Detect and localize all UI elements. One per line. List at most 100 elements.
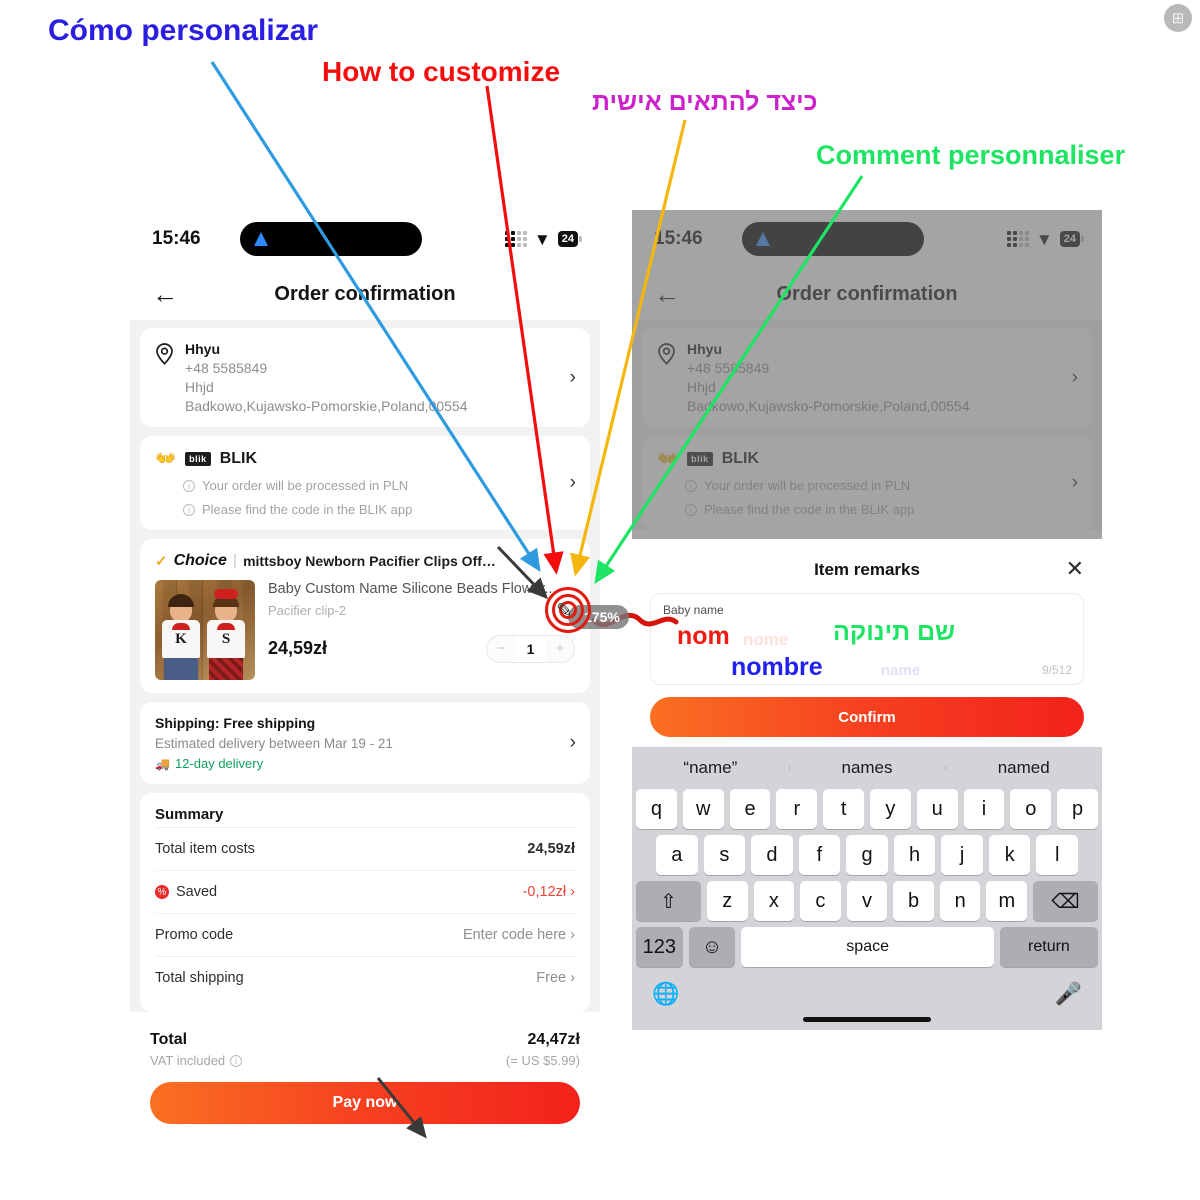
- key-m[interactable]: m: [986, 881, 1028, 921]
- suggestion-bar: “name” names named: [632, 747, 1102, 789]
- quantity-value[interactable]: 1: [515, 635, 546, 662]
- thumbnail-letter-left: K: [175, 631, 187, 647]
- baby-name-label: Baby name: [663, 603, 724, 617]
- shift-up-icon[interactable]: ⇧: [635, 881, 701, 921]
- shipping-speed-text: 12-day delivery: [174, 756, 264, 771]
- key-y[interactable]: y: [870, 789, 911, 829]
- chevron-right-icon[interactable]: ›: [570, 367, 576, 389]
- globe-language-icon[interactable]: 🌐: [652, 981, 679, 1007]
- info-icon: i: [183, 479, 195, 492]
- key-w[interactable]: w: [682, 789, 724, 829]
- key-u[interactable]: u: [916, 789, 958, 829]
- key-p[interactable]: p: [1057, 789, 1098, 829]
- key-k[interactable]: k: [988, 835, 1031, 875]
- quantity-increase-button[interactable]: +: [546, 636, 574, 662]
- money-hand-icon: 👐: [155, 449, 177, 468]
- baby-name-input[interactable]: Baby name nome name nom שם תינוקה nombre…: [650, 593, 1084, 685]
- key-i[interactable]: i: [963, 789, 1005, 829]
- key-j[interactable]: j: [941, 835, 983, 875]
- key-b[interactable]: b: [893, 881, 934, 921]
- chevron-right-icon[interactable]: ›: [570, 472, 576, 494]
- chevron-right-icon: ›: [570, 884, 575, 900]
- return-key[interactable]: return: [999, 927, 1098, 967]
- wifi-icon: ▼: [533, 229, 551, 249]
- thumbnail-letter-right: S: [221, 631, 231, 647]
- thumbnail-child-right: S: [207, 589, 245, 680]
- key-d[interactable]: d: [751, 835, 793, 875]
- truck-icon: 🚚: [155, 756, 170, 771]
- separator: |: [232, 552, 238, 569]
- key-h[interactable]: h: [893, 835, 936, 875]
- key-o[interactable]: o: [1010, 789, 1052, 829]
- key-n[interactable]: n: [939, 881, 981, 921]
- info-icon[interactable]: i: [230, 1054, 243, 1067]
- key-e[interactable]: e: [729, 789, 771, 829]
- summary-row[interactable]: % Saved -0,12zł ›: [155, 870, 575, 913]
- suggestion-item[interactable]: “name”: [632, 758, 789, 778]
- payment-method-card[interactable]: 👐 blik BLIK i Your order will be process…: [140, 436, 590, 530]
- on-screen-keyboard: “name” names named q w e r t y u i o p a…: [632, 747, 1102, 1030]
- choice-badge: Choice: [173, 552, 227, 569]
- pencil-edit-icon[interactable]: ✎: [556, 598, 573, 623]
- overlay-ghost-text: nome: [743, 630, 789, 649]
- product-thumbnail[interactable]: K S: [155, 580, 255, 680]
- shipping-speed-row: 🚚 12-day delivery: [155, 756, 575, 771]
- microphone-icon[interactable]: 🎤: [1055, 981, 1082, 1007]
- emoji-smiley-icon[interactable]: ☺: [688, 927, 736, 967]
- summary-row-value[interactable]: -0,12zł ›: [523, 884, 575, 900]
- confirm-button[interactable]: Confirm: [650, 697, 1084, 737]
- key-v[interactable]: v: [846, 881, 888, 921]
- backspace-icon[interactable]: ⌫: [1033, 881, 1099, 921]
- keyboard-row-1: q w e r t y u i o p: [632, 789, 1102, 835]
- shipping-card[interactable]: Shipping: Free shipping Estimated delive…: [140, 702, 590, 784]
- key-z[interactable]: z: [706, 881, 748, 921]
- quantity-stepper[interactable]: − 1 +: [486, 634, 575, 663]
- key-r[interactable]: r: [776, 789, 818, 829]
- overlay-label-french: nom: [677, 622, 730, 650]
- key-c[interactable]: c: [800, 881, 841, 921]
- summary-row-label-text: Saved: [176, 884, 218, 900]
- key-q[interactable]: q: [636, 789, 677, 829]
- address-phone: +48 5585849: [185, 360, 268, 376]
- pay-now-button[interactable]: Pay now: [150, 1082, 580, 1124]
- key-t[interactable]: t: [823, 789, 864, 829]
- home-indicator[interactable]: [803, 1017, 931, 1022]
- navigation-arrow-icon: [254, 232, 268, 246]
- phone-screen-order-confirmation: 15:46 ▼ 24 ← Order confirmation Hhyu +48…: [130, 210, 600, 1195]
- title-bar: ← Order confirmation: [130, 268, 600, 320]
- key-s[interactable]: s: [703, 835, 746, 875]
- summary-row[interactable]: Total shipping Free ›: [155, 956, 575, 999]
- status-bar: 15:46 ▼ 24: [130, 210, 600, 268]
- chevron-right-icon: ›: [570, 970, 575, 986]
- product-title[interactable]: Baby Custom Name Silicone Beads Flower..…: [268, 580, 575, 599]
- close-icon[interactable]: ✕: [1066, 556, 1084, 582]
- quantity-decrease-button[interactable]: −: [487, 636, 515, 662]
- key-x[interactable]: x: [753, 881, 795, 921]
- product-price: 24,59zł: [268, 638, 328, 659]
- vat-note-text: VAT included: [150, 1053, 226, 1068]
- space-key[interactable]: space: [741, 927, 994, 967]
- overlay-label-hebrew: שם תינוקה: [833, 618, 956, 646]
- dynamic-island: [240, 222, 422, 256]
- vat-note: VAT included i: [150, 1053, 243, 1068]
- store-name[interactable]: mittsboy Newborn Pacifier Clips Official…: [243, 553, 498, 569]
- info-icon: i: [183, 503, 195, 516]
- summary-row-label: Total item costs: [155, 841, 255, 857]
- summary-row-value[interactable]: Enter code here ›: [463, 927, 575, 943]
- key-a[interactable]: a: [655, 835, 698, 875]
- summary-row-value[interactable]: Free ›: [536, 970, 575, 986]
- suggestion-item[interactable]: names: [788, 758, 946, 778]
- payment-note: i Your order will be processed in PLN: [155, 478, 575, 493]
- key-f[interactable]: f: [798, 835, 841, 875]
- summary-row: Total item costs 24,59zł: [155, 827, 575, 870]
- address-card[interactable]: Hhyu +48 5585849 Hhjd Badkowo,Kujawsko-P…: [140, 328, 590, 427]
- translate-icon[interactable]: ⊞: [1164, 4, 1192, 32]
- key-l[interactable]: l: [1036, 835, 1079, 875]
- chevron-right-icon[interactable]: ›: [570, 732, 576, 754]
- key-g[interactable]: g: [846, 835, 888, 875]
- address-line-2: Badkowo,Kujawsko-Pomorskie,Poland,00554: [185, 398, 468, 414]
- numbers-key[interactable]: 123: [636, 927, 683, 967]
- modal-dim-overlay[interactable]: [632, 210, 1102, 582]
- summary-row[interactable]: Promo code Enter code here ›: [155, 913, 575, 956]
- suggestion-item[interactable]: named: [945, 758, 1102, 778]
